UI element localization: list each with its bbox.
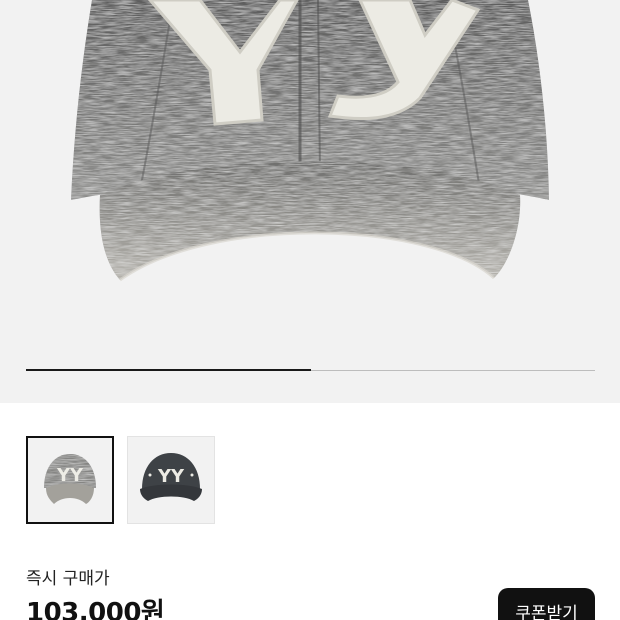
- thumbnail-washed-grey[interactable]: YY: [26, 436, 114, 524]
- svg-text:YY: YY: [56, 465, 84, 486]
- thumbnail-charcoal[interactable]: YY: [127, 436, 215, 524]
- price-label: 즉시 구매가: [26, 569, 110, 589]
- cap-thumbnail-icon: YY: [44, 454, 96, 504]
- thumbnail-list: YY YY: [26, 436, 215, 524]
- product-main-image[interactable]: [0, 0, 620, 403]
- svg-text:YY: YY: [157, 466, 185, 487]
- cap-thumbnail-icon: YY: [140, 453, 202, 501]
- coupon-button[interactable]: 쿠폰받기: [498, 588, 595, 620]
- cap-illustration: [71, 0, 549, 282]
- gallery-progress-bar: [26, 369, 595, 371]
- price-amount: 103,000원: [26, 598, 165, 620]
- gallery-progress-fill: [26, 369, 311, 371]
